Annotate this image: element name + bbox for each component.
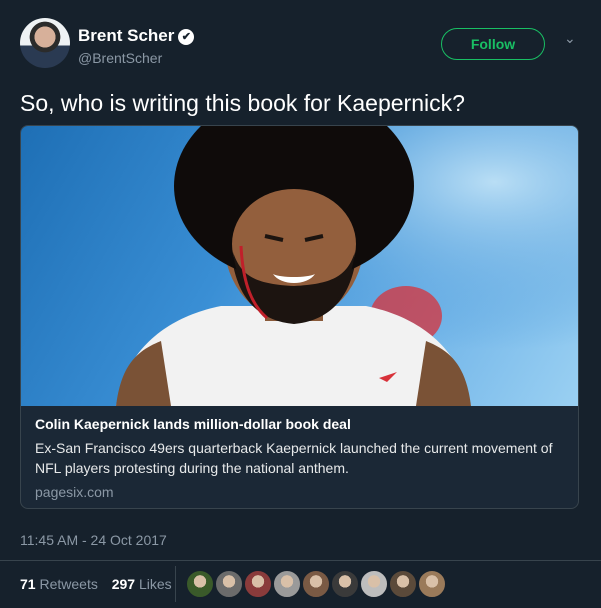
liker-avatar[interactable] [418,570,446,598]
card-description: Ex-San Francisco 49ers quarterback Kaepe… [35,440,553,476]
card-domain[interactable]: pagesix.com [35,484,565,500]
retweets-count: 71 [20,576,36,592]
link-card[interactable]: Colin Kaepernick lands million-dollar bo… [20,125,579,509]
author-handle[interactable]: @BrentScher [78,50,194,66]
tweet-text: So, who is writing this book for Kaepern… [20,90,465,116]
verified-icon: ✔ [178,29,195,45]
liker-avatar[interactable] [331,570,359,598]
liker-avatar[interactable] [215,570,243,598]
chevron-down-icon[interactable]: ⌄ [564,30,576,47]
retweets-stat[interactable]: 71 Retweets [20,576,98,592]
card-body: Colin Kaepernick lands million-dollar bo… [35,416,565,500]
liker-avatar[interactable] [244,570,272,598]
card-photo [21,126,578,406]
liker-avatars [186,570,447,598]
tweet-header: Brent Scher ✔ @BrentScher Follow ⌄ [20,18,585,70]
likes-stat[interactable]: 297 Likes [112,576,172,592]
card-image[interactable] [21,126,578,406]
stats-separator [175,566,176,602]
liker-avatar[interactable] [360,570,388,598]
liker-avatar[interactable] [186,570,214,598]
divider [0,560,601,561]
tweet-timestamp[interactable]: 11:45 AM - 24 Oct 2017 [20,532,167,548]
engagement-stats: 71 Retweets 297 Likes [20,576,172,592]
card-title[interactable]: Colin Kaepernick lands million-dollar bo… [35,416,565,432]
liker-avatar[interactable] [273,570,301,598]
liker-avatar[interactable] [389,570,417,598]
follow-button[interactable]: Follow [441,28,545,60]
retweets-label: Retweets [39,576,98,592]
likes-label: Likes [138,576,172,592]
likes-count: 297 [111,576,136,592]
author-name-block[interactable]: Brent Scher ✔ @BrentScher [78,26,195,66]
author-display-name[interactable]: Brent Scher [78,26,174,45]
liker-avatar[interactable] [302,570,330,598]
author-avatar[interactable] [20,18,70,68]
